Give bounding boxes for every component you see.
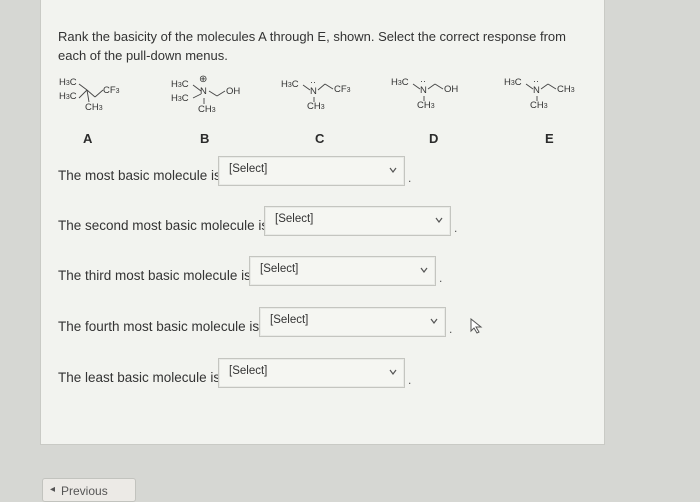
molecule-c-h3c: H3C (281, 79, 299, 90)
molecule-label-c: C (315, 131, 325, 146)
question-prompt: Rank the basicity of the molecules A thr… (58, 29, 566, 63)
molecule-a-h3c-top: H3C (59, 77, 77, 88)
rank-5-select-value: [Select] (229, 365, 268, 377)
molecule-e-ch3-bottom: CH3 (530, 100, 548, 111)
question-row-5-text: The least basic molecule is (58, 370, 221, 385)
molecule-b-h3c-bottom: H3C (171, 93, 189, 104)
rank-3-period: . (439, 271, 443, 285)
question-row-4-text: The fourth most basic molecule is (58, 319, 260, 334)
previous-button-label: Previous (61, 484, 108, 498)
molecule-d: H3C N ·· OH CH3 (391, 76, 471, 120)
molecule-c: H3C N ·· CF3 CH3 (281, 77, 361, 120)
molecule-b-oh: OH (226, 86, 241, 97)
question-row-3-text: The third most basic molecule is (58, 268, 251, 283)
molecule-d-ch3: CH3 (417, 100, 435, 111)
rank-2-select[interactable]: [Select] (264, 206, 451, 236)
mouse-pointer-icon (470, 318, 483, 334)
question-row-2-text: The second most basic molecule is (58, 218, 269, 233)
rank-1-period: . (408, 171, 412, 185)
chevron-down-icon (420, 267, 428, 273)
chevron-left-icon: ◂ (50, 484, 56, 495)
molecule-b-ch3: CH3 (198, 104, 216, 115)
rank-4-select-value: [Select] (270, 314, 309, 326)
molecule-d-lone-pair: ·· (420, 76, 426, 86)
molecule-label-d: D (429, 131, 439, 146)
chevron-down-icon (430, 318, 438, 324)
molecule-e: H3C N ·· CH3 CH3 (504, 76, 594, 120)
molecule-c-lone-pair: ·· (310, 77, 316, 87)
molecule-a: H3C H3C CF3 CH3 (59, 78, 139, 118)
molecule-d-h3c: H3C (391, 77, 409, 88)
molecule-c-ch3: CH3 (307, 101, 325, 112)
molecule-e-h3c: H3C (504, 77, 522, 88)
rank-5-select[interactable]: [Select] (218, 358, 405, 388)
rank-2-period: . (454, 221, 458, 235)
molecule-d-oh: OH (444, 84, 459, 95)
rank-4-period: . (449, 322, 453, 336)
previous-button[interactable]: ◂ Previous (42, 478, 136, 502)
rank-2-select-value: [Select] (275, 213, 314, 225)
molecule-b: H3C H3C N ⊕ OH CH3 (171, 74, 251, 120)
molecule-c-nitrogen: N (310, 86, 317, 97)
rank-1-select-value: [Select] (229, 163, 268, 175)
question-row-1-text: The most basic molecule is (58, 168, 221, 183)
rank-3-select[interactable]: [Select] (249, 256, 436, 286)
molecule-b-h3c-top: H3C (171, 79, 189, 90)
molecule-label-b: B (200, 131, 210, 146)
chevron-down-icon (389, 167, 397, 173)
chevron-down-icon (435, 217, 443, 223)
molecule-a-cf3: CF3 (103, 85, 120, 96)
rank-1-select[interactable]: [Select] (218, 156, 405, 186)
molecule-a-h3c-bottom: H3C (59, 91, 77, 102)
molecule-e-lone-pair: ·· (533, 76, 539, 86)
question-card: Rank the basicity of the molecules A thr… (40, 0, 605, 445)
molecule-e-nitrogen: N (533, 85, 540, 96)
molecule-d-nitrogen: N (420, 85, 427, 96)
chevron-down-icon (389, 369, 397, 375)
rank-5-period: . (408, 373, 412, 387)
rank-3-select-value: [Select] (260, 263, 299, 275)
molecule-a-ch3: CH3 (85, 102, 103, 113)
molecule-b-nitrogen: N (200, 86, 207, 97)
rank-4-select[interactable]: [Select] (259, 307, 446, 337)
molecule-c-cf3: CF3 (334, 84, 351, 95)
molecule-b-plus-charge: ⊕ (199, 74, 208, 85)
molecule-e-ch3-right: CH3 (557, 84, 575, 95)
molecule-label-a: A (83, 131, 93, 146)
molecule-label-e: E (545, 131, 554, 146)
